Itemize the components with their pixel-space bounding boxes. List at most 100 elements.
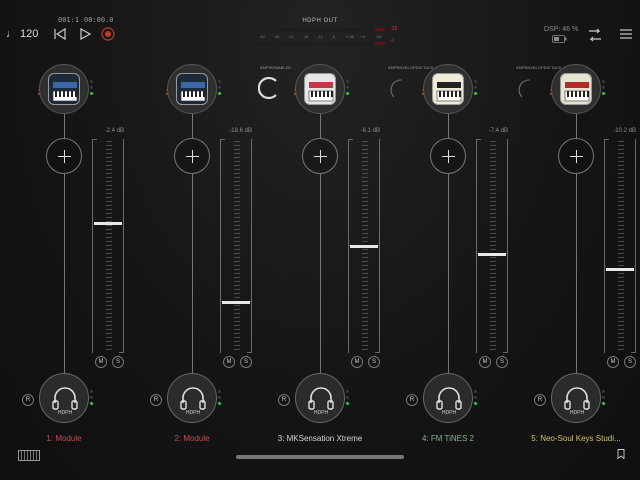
solo-button[interactable]: S (496, 356, 508, 368)
led (218, 86, 221, 89)
meter-tick: -24 (288, 34, 294, 39)
solo-button[interactable]: S (240, 356, 252, 368)
output-button[interactable]: HDPH (39, 373, 89, 423)
instrument-slot[interactable] (295, 64, 345, 114)
led (90, 80, 93, 83)
home-indicator[interactable] (236, 455, 404, 459)
output-button[interactable]: HDPH (167, 373, 217, 423)
fader-scale (490, 141, 496, 351)
led (474, 80, 477, 83)
mute-button[interactable]: M (607, 356, 619, 368)
fader-db-readout: -7.4 dB (488, 128, 508, 134)
output-leds (346, 390, 350, 408)
channel-name[interactable]: 3: MKSensation Xtreme (256, 434, 384, 443)
solo-button[interactable]: S (624, 356, 636, 368)
instrument-slot[interactable] (167, 64, 217, 114)
output-leds (602, 390, 606, 408)
activity-leds (602, 80, 606, 98)
keyboard-glyph (52, 82, 78, 102)
record-arm-button[interactable]: R (534, 394, 546, 406)
instrument-slot[interactable] (423, 64, 473, 114)
fader-handle[interactable] (350, 244, 378, 248)
meter-tick: +6 (360, 34, 366, 39)
meter-tick: 0 dB (346, 34, 355, 39)
led (602, 390, 605, 393)
output-meter: -60 -36 -24 -18 -12 -6 0 dB +6 +12 (255, 26, 385, 46)
record-icon[interactable] (100, 26, 116, 42)
meter-tick: -18 (302, 34, 309, 39)
add-effect-button[interactable] (46, 138, 82, 174)
routing-icon[interactable] (586, 26, 604, 44)
add-effect-button[interactable] (302, 138, 338, 174)
dsp-readout: DSP: 46 % (544, 26, 579, 33)
signal-line (192, 174, 193, 373)
volume-fader[interactable] (348, 139, 380, 353)
keyboard-glyph (308, 82, 334, 102)
activity-leds (474, 80, 478, 98)
fader-handle[interactable] (606, 267, 634, 271)
param-label: AMPISENABLED (260, 65, 292, 70)
volume-fader[interactable] (476, 139, 508, 353)
bookmark-icon[interactable] (617, 449, 625, 459)
channel-name[interactable]: 2: Module (128, 434, 256, 443)
record-arm-button[interactable]: R (22, 394, 34, 406)
signal-line (448, 174, 449, 373)
fader-db-readout: -10.2 dB (613, 128, 636, 134)
add-effect-button[interactable] (558, 138, 594, 174)
mute-button[interactable]: M (351, 356, 363, 368)
output-button[interactable]: HDPH (551, 373, 601, 423)
output-button[interactable]: HDPH (423, 373, 473, 423)
record-arm-button[interactable]: R (278, 394, 290, 406)
led (602, 402, 605, 405)
keyboard-glyph (564, 82, 590, 102)
volume-fader[interactable] (604, 139, 636, 353)
fader-scale (106, 141, 112, 351)
led (90, 402, 93, 405)
output-label: HDPH (313, 410, 329, 416)
fader-handle[interactable] (478, 253, 506, 257)
led (346, 92, 349, 95)
meter-track-left (255, 28, 385, 31)
play-icon[interactable] (77, 26, 93, 42)
param-knob[interactable] (514, 76, 538, 100)
param-label: AMPENVELOPEATTACK (388, 65, 434, 70)
record-arm-button[interactable]: R (150, 394, 162, 406)
meter-track-right (255, 42, 385, 45)
tempo-display[interactable]: ♩ 120 (6, 28, 38, 40)
channel-name[interactable]: 4: FM TiNES 2 (384, 434, 512, 443)
led (90, 390, 93, 393)
headphones-icon (564, 387, 590, 410)
led (474, 390, 477, 393)
channel-name[interactable]: 5: Neo-Soul Keys Studi... (512, 434, 640, 443)
param-knob[interactable] (258, 76, 282, 100)
volume-fader[interactable] (92, 139, 124, 353)
instrument-slot[interactable] (551, 64, 601, 114)
led (218, 396, 221, 399)
solo-button[interactable]: S (368, 356, 380, 368)
keyboard-icon[interactable] (18, 450, 40, 461)
add-effect-button[interactable] (174, 138, 210, 174)
output-button[interactable]: HDPH (295, 373, 345, 423)
fm-piano-icon (432, 73, 464, 105)
headphones-icon (436, 387, 462, 410)
channel-name[interactable]: 1: Module (0, 434, 128, 443)
rewind-icon[interactable] (52, 26, 68, 42)
instrument-slot[interactable] (39, 64, 89, 114)
output-leds (474, 390, 478, 408)
param-knob[interactable] (386, 76, 410, 100)
mute-button[interactable]: M (223, 356, 235, 368)
output-leds (90, 390, 94, 408)
led (90, 396, 93, 399)
menu-icon[interactable] (618, 26, 634, 42)
fader-handle[interactable] (94, 222, 122, 226)
meter-tick: -6 (331, 34, 336, 39)
fader-scale (234, 141, 240, 351)
synth-module-icon (176, 73, 208, 105)
fader-handle[interactable] (222, 301, 250, 305)
record-arm-button[interactable]: R (406, 394, 418, 406)
solo-button[interactable]: S (112, 356, 124, 368)
mute-button[interactable]: M (95, 356, 107, 368)
volume-fader[interactable] (220, 139, 252, 353)
add-effect-button[interactable] (430, 138, 466, 174)
mute-button[interactable]: M (479, 356, 491, 368)
